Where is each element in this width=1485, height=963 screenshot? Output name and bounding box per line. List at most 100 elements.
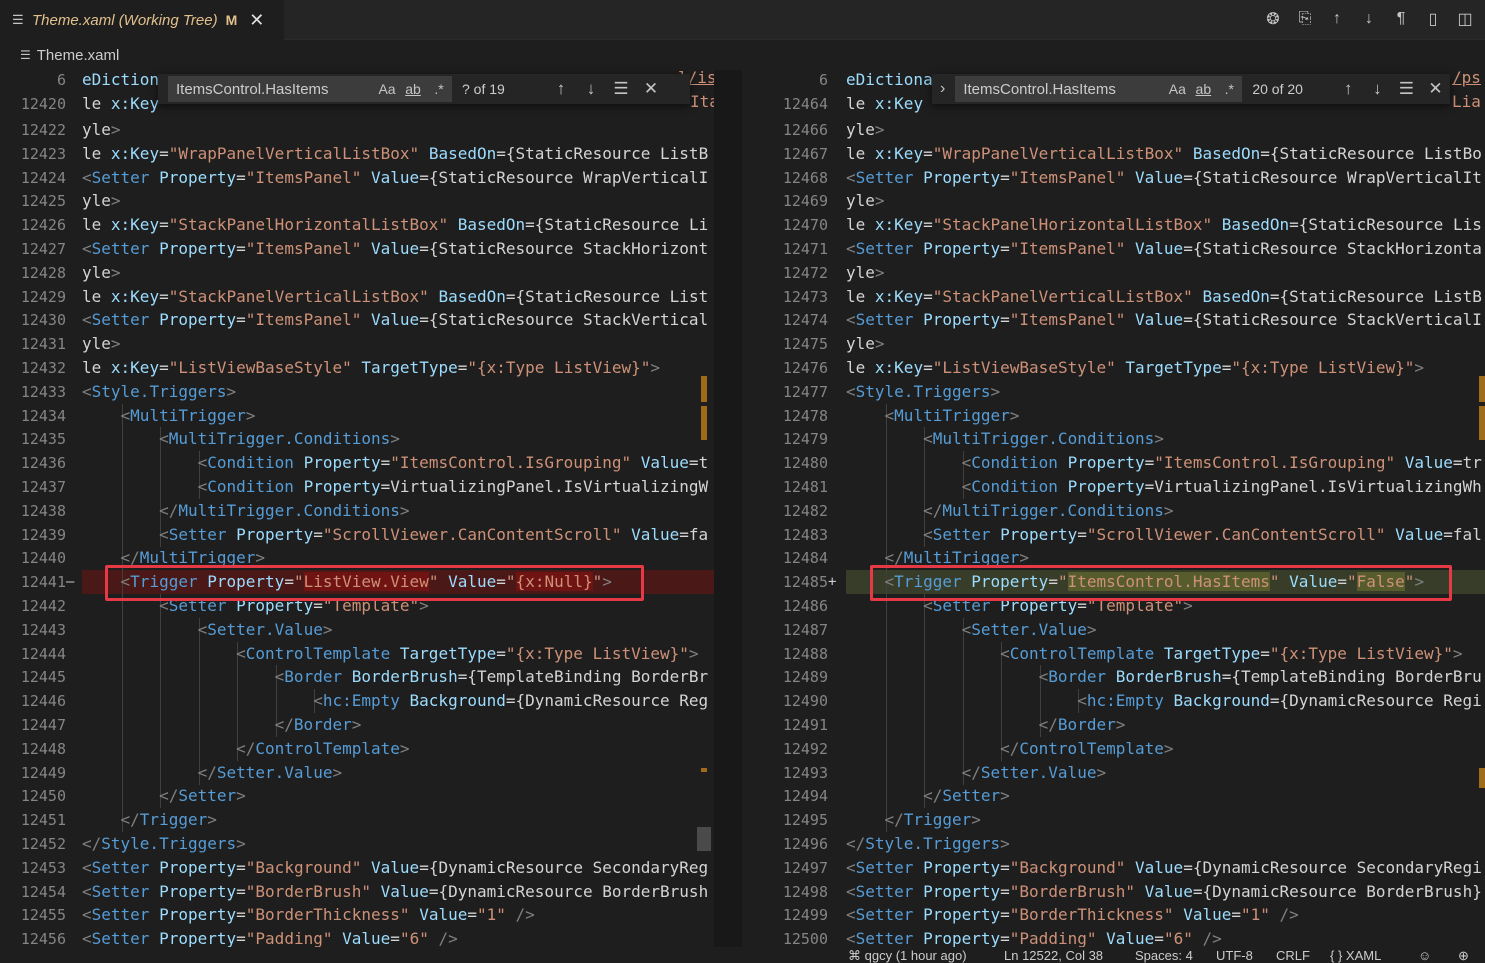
code-line[interactable]: 12491 </Border>: [760, 713, 1485, 737]
code-line[interactable]: 12487 <Setter.Value>: [760, 617, 1485, 642]
code-line[interactable]: 12424 <Setter Property="ItemsPanel" Value…: [0, 166, 714, 190]
code-line[interactable]: 12478 <MultiTrigger>: [760, 403, 1485, 428]
copilot-icon[interactable]: ☺: [1418, 948, 1431, 963]
git-blame[interactable]: ⌘ qgcy (1 hour ago): [848, 948, 967, 963]
diff-original-pane[interactable]: 6eDiction12420le x:Keyl/isIta12422yle>12…: [0, 70, 714, 947]
code-line[interactable]: 12466 yle>: [760, 118, 1485, 142]
find-input-left[interactable]: ItemsControl.HasItems Aa ab .*: [168, 76, 452, 102]
line-ending[interactable]: CRLF: [1276, 948, 1310, 963]
breadcrumb-file[interactable]: Theme.xaml: [37, 47, 120, 64]
split-editor-icon[interactable]: ◫: [1455, 8, 1475, 30]
code-line[interactable]: 12497 <Setter Property="Background" Value…: [760, 856, 1485, 880]
code-line[interactable]: 12483 <Setter Property="ScrollViewer.Can…: [760, 522, 1485, 547]
code-line[interactable]: 12474 <Setter Property="ItemsPanel" Value…: [760, 308, 1485, 332]
open-book-icon[interactable]: ▯: [1423, 8, 1443, 30]
code-line[interactable]: 12490 <hc:Empty Background={DynamicResou…: [760, 689, 1485, 714]
code-line[interactable]: 12475 yle>: [760, 332, 1485, 356]
code-line[interactable]: 12444 <ControlTemplate TargetType="{x:Ty…: [0, 641, 714, 666]
code-line[interactable]: 12428 yle>: [0, 261, 714, 285]
code-line[interactable]: 12427 <Setter Property="ItemsPanel" Value…: [0, 237, 714, 261]
cursor-position[interactable]: Ln 12522, Col 38: [1004, 948, 1103, 963]
close-tab-button[interactable]: ✕: [249, 10, 264, 31]
code-line[interactable]: 12481 <Condition Property=VirtualizingPa…: [760, 475, 1485, 499]
code-line[interactable]: 12437 <Condition Property=VirtualizingPa…: [0, 475, 714, 499]
code-line[interactable]: 12492 </ControlTemplate>: [760, 736, 1485, 761]
find-input-right[interactable]: ItemsControl.HasItems Aa ab .*: [955, 76, 1243, 102]
code-line[interactable]: 12468 <Setter Property="ItemsPanel" Value…: [760, 166, 1485, 190]
code-line[interactable]: 12429 le x:Key="StackPanelVerticalListBox…: [0, 285, 714, 309]
indentation[interactable]: Spaces: 4: [1135, 948, 1193, 963]
right-scrollbar[interactable]: [1471, 70, 1485, 947]
code-line[interactable]: 12451 </Trigger>: [0, 808, 714, 833]
code-line[interactable]: 12456 <Setter Property="Padding" Value="6…: [0, 927, 714, 947]
code-line[interactable]: 12494 </Setter>: [760, 784, 1485, 809]
previous-match-icon[interactable]: ↑: [1334, 79, 1363, 99]
next-match-icon[interactable]: ↓: [1363, 79, 1392, 99]
code-line[interactable]: 12453 <Setter Property="Background" Value…: [0, 856, 714, 880]
code-line[interactable]: 12430 <Setter Property="ItemsPanel" Value…: [0, 308, 714, 332]
code-line[interactable]: 12431 yle>: [0, 332, 714, 356]
close-find-icon[interactable]: ✕: [1421, 79, 1450, 99]
encoding[interactable]: UTF-8: [1216, 948, 1253, 963]
code-line[interactable]: 12500 <Setter Property="Padding" Value="6…: [760, 927, 1485, 947]
code-line[interactable]: 12450 </Setter>: [0, 784, 714, 809]
code-line[interactable]: 12473 le x:Key="StackPanelVerticalListBox…: [760, 285, 1485, 309]
close-find-icon[interactable]: ✕: [636, 79, 666, 99]
regex-toggle[interactable]: .*: [426, 81, 452, 97]
code-line[interactable]: 12422 yle>: [0, 118, 714, 142]
match-case-toggle[interactable]: Aa: [1164, 81, 1190, 97]
code-line[interactable]: 12423 le x:Key="WrapPanelVerticalListBox"…: [0, 142, 714, 166]
code-line[interactable]: 12469 yle>: [760, 189, 1485, 213]
code-line[interactable]: 12472 yle>: [760, 261, 1485, 285]
previous-change-icon[interactable]: ↑: [1327, 8, 1347, 30]
next-match-icon[interactable]: ↓: [576, 79, 606, 99]
code-line[interactable]: 12476 le x:Key="ListViewBaseStyle" Target…: [760, 356, 1485, 380]
code-line[interactable]: 12438 </MultiTrigger.Conditions>: [0, 498, 714, 523]
code-line[interactable]: 12435 <MultiTrigger.Conditions>: [0, 427, 714, 452]
whole-word-toggle[interactable]: ab: [1190, 81, 1216, 97]
code-line[interactable]: 12452 </Style.Triggers>: [0, 832, 714, 856]
code-line[interactable]: 12496 </Style.Triggers>: [760, 832, 1485, 856]
code-line[interactable]: 12477 <Style.Triggers>: [760, 380, 1485, 404]
code-line[interactable]: 12445 <Border BorderBrush={TemplateBindi…: [0, 665, 714, 690]
code-line[interactable]: 12470 le x:Key="StackPanelHorizontalListB…: [760, 213, 1485, 237]
match-case-toggle[interactable]: Aa: [374, 81, 400, 97]
code-line[interactable]: 12482 </MultiTrigger.Conditions>: [760, 498, 1485, 523]
show-whitespace-icon[interactable]: ¶: [1391, 8, 1411, 30]
code-line[interactable]: 12425 yle>: [0, 189, 714, 213]
previous-match-icon[interactable]: ↑: [546, 79, 576, 99]
left-scrollbar[interactable]: [697, 70, 711, 947]
code-line[interactable]: 12498 <Setter Property="BorderBrush" Valu…: [760, 880, 1485, 904]
code-line[interactable]: 12480 <Condition Property="ItemsControl.…: [760, 451, 1485, 476]
code-line[interactable]: 12434 <MultiTrigger>: [0, 403, 714, 428]
diff-modified-pane[interactable]: 6 eDictiona 12464 le x:Key/ps Lia 12466 yle> 12…: [760, 70, 1485, 947]
code-line[interactable]: 12467 le x:Key="WrapPanelVerticalListBox"…: [760, 142, 1485, 166]
code-line[interactable]: 12489 <Border BorderBrush={TemplateBindi…: [760, 665, 1485, 690]
code-line[interactable]: 12426 le x:Key="StackPanelHorizontalListB…: [0, 213, 714, 237]
code-line[interactable]: 12432 le x:Key="ListViewBaseStyle" Target…: [0, 356, 714, 380]
open-changes-icon[interactable]: ⎘: [1295, 8, 1315, 30]
code-line[interactable]: 12455 <Setter Property="BorderThickness" …: [0, 903, 714, 927]
code-line[interactable]: 12446 <hc:Empty Background={DynamicResou…: [0, 689, 714, 714]
code-line[interactable]: 12433 <Style.Triggers>: [0, 380, 714, 404]
code-line[interactable]: 12495 </Trigger>: [760, 808, 1485, 833]
whole-word-toggle[interactable]: ab: [400, 81, 426, 97]
code-line[interactable]: 12479 <MultiTrigger.Conditions>: [760, 427, 1485, 452]
toggle-replace-icon[interactable]: ›: [932, 80, 953, 98]
code-line[interactable]: 12448 </ControlTemplate>: [0, 736, 714, 761]
language-mode[interactable]: { } XAML: [1330, 948, 1381, 963]
diff-sash[interactable]: [714, 70, 760, 947]
code-line[interactable]: 12454 <Setter Property="BorderBrush" Valu…: [0, 880, 714, 904]
code-line[interactable]: 12449 </Setter.Value>: [0, 760, 714, 785]
code-line[interactable]: 12488 <ControlTemplate TargetType="{x:Ty…: [760, 641, 1485, 666]
code-line[interactable]: 12493 </Setter.Value>: [760, 760, 1485, 785]
editor-tab[interactable]: ☰ Theme.xaml (Working Tree) M ✕: [0, 0, 284, 40]
code-line[interactable]: 12471 <Setter Property="ItemsPanel" Value…: [760, 237, 1485, 261]
regex-toggle[interactable]: .*: [1216, 81, 1242, 97]
code-line[interactable]: 12439 <Setter Property="ScrollViewer.Can…: [0, 522, 714, 547]
next-change-icon[interactable]: ↓: [1359, 8, 1379, 30]
notifications-icon[interactable]: ⊕: [1458, 948, 1469, 963]
openai-icon[interactable]: ❂: [1263, 8, 1283, 30]
find-in-selection-icon[interactable]: ☰: [1392, 79, 1421, 99]
code-line[interactable]: 12447 </Border>: [0, 713, 714, 737]
